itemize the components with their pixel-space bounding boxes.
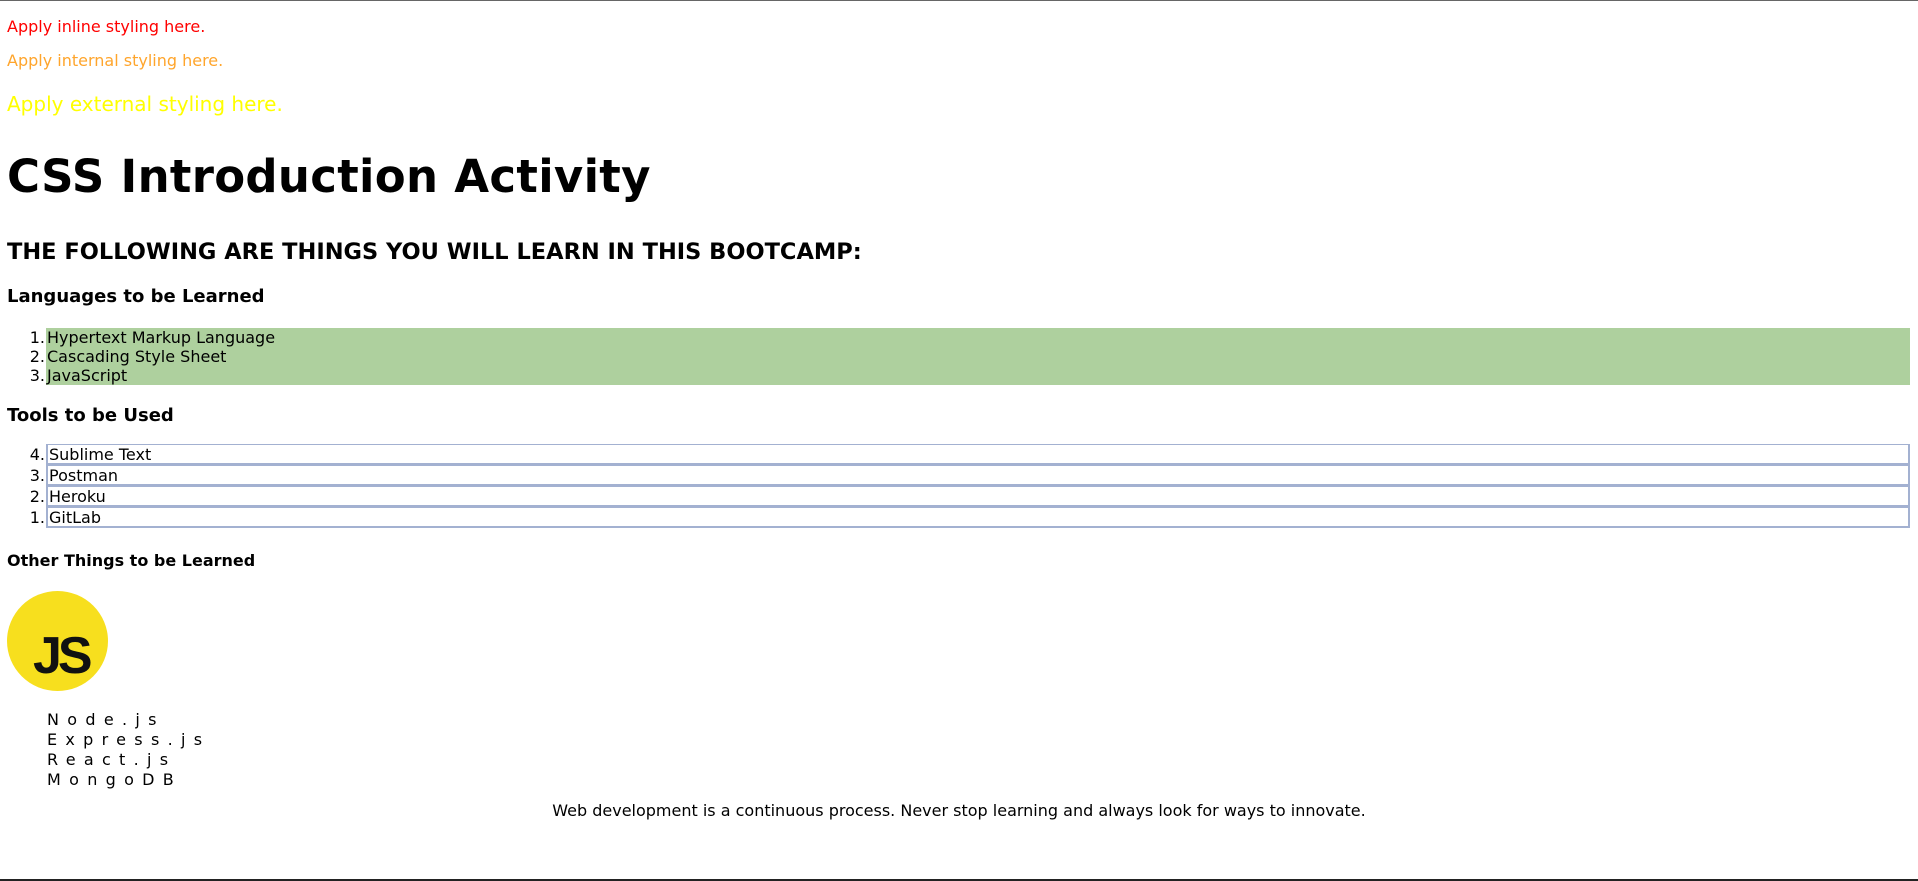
tools-list: 4. Sublime Text 3. Postman 2. Heroku 1. GitL… bbox=[0, 444, 1910, 528]
page-title: CSS Introduction Activity bbox=[7, 150, 651, 203]
list-item: 3. Postman bbox=[0, 465, 1910, 486]
list-item: 3. JavaScript bbox=[0, 366, 1910, 385]
item-label: Sublime Text bbox=[46, 444, 1910, 465]
tools-heading: Tools to be Used bbox=[7, 405, 174, 426]
list-item: Node.js bbox=[47, 710, 165, 729]
languages-heading: Languages to be Learned bbox=[7, 286, 265, 307]
list-item: 4. Sublime Text bbox=[0, 444, 1910, 465]
inline-styling-text: Apply inline styling here. bbox=[7, 17, 206, 36]
list-item: Express.js bbox=[47, 730, 211, 749]
external-styling-text: Apply external styling here. bbox=[7, 92, 283, 116]
internal-styling-text: Apply internal styling here. bbox=[7, 51, 224, 70]
list-item: 1. Hypertext Markup Language bbox=[0, 328, 1910, 347]
item-number: 2. bbox=[29, 347, 45, 366]
top-divider bbox=[0, 0, 1918, 1]
other-list: Node.js Express.js React.js MongoDB bbox=[47, 710, 210, 790]
item-label: GitLab bbox=[46, 507, 1910, 528]
item-label: Hypertext Markup Language bbox=[46, 328, 1910, 347]
list-item: 2. Heroku bbox=[0, 486, 1910, 507]
javascript-logo: JS bbox=[7, 591, 108, 691]
item-number: 4. bbox=[29, 445, 45, 464]
list-item: React.js bbox=[47, 750, 177, 769]
page-subtitle: THE FOLLOWING ARE THINGS YOU WILL LEARN … bbox=[7, 239, 862, 265]
other-heading: Other Things to be Learned bbox=[7, 551, 256, 570]
item-number: 3. bbox=[29, 466, 45, 485]
item-number: 1. bbox=[29, 328, 45, 347]
footer-text: Web development is a continuous process.… bbox=[552, 801, 1366, 820]
item-label: Postman bbox=[46, 465, 1910, 486]
item-label: Cascading Style Sheet bbox=[46, 347, 1910, 366]
item-number: 3. bbox=[29, 366, 45, 385]
item-label: JavaScript bbox=[46, 366, 1910, 385]
list-item: 1. GitLab bbox=[0, 507, 1910, 528]
item-number: 1. bbox=[29, 508, 45, 527]
list-item: 2. Cascading Style Sheet bbox=[0, 347, 1910, 366]
list-item: MongoDB bbox=[47, 770, 183, 789]
languages-list: 1. Hypertext Markup Language 2. Cascading … bbox=[0, 328, 1910, 385]
item-number: 2. bbox=[29, 487, 45, 506]
item-label: Heroku bbox=[46, 486, 1910, 507]
logo-text: JS bbox=[33, 627, 93, 685]
